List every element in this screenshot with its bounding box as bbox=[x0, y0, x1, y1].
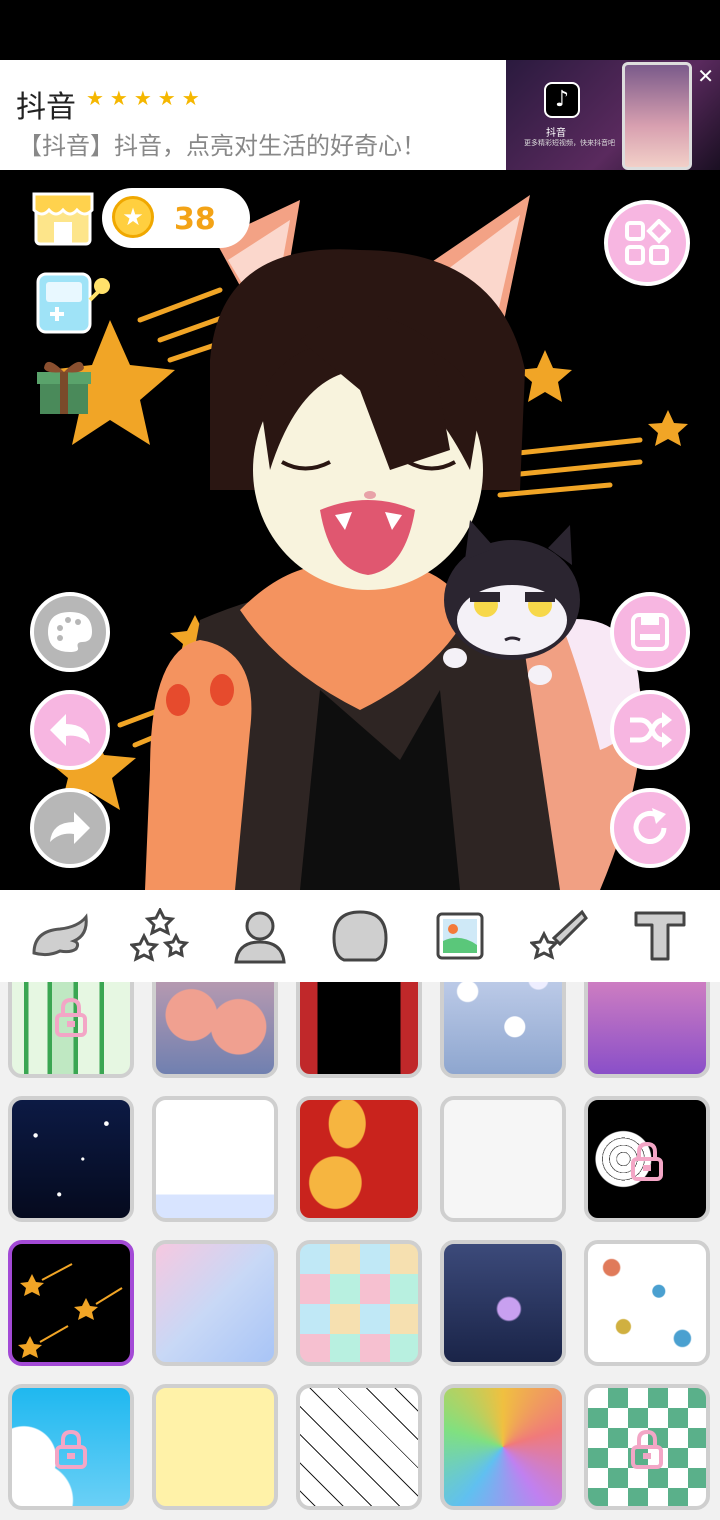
background-grid bbox=[0, 982, 720, 1520]
lock-icon bbox=[631, 1141, 663, 1181]
lock-icon bbox=[55, 997, 87, 1037]
shop-icon[interactable] bbox=[30, 182, 96, 248]
shooting-stars-pattern bbox=[18, 1263, 123, 1358]
ad-title: 抖音 bbox=[16, 90, 76, 125]
bg-tile-stained-glass[interactable] bbox=[440, 1384, 566, 1510]
tab-text[interactable] bbox=[627, 903, 693, 969]
tab-person[interactable] bbox=[227, 903, 293, 969]
shooting-star-icon bbox=[530, 909, 588, 960]
game-console-icon[interactable] bbox=[34, 270, 114, 336]
ad-phone-preview bbox=[622, 62, 692, 170]
bg-tile-sky-clouds[interactable] bbox=[8, 1384, 134, 1510]
tab-sparkles[interactable] bbox=[127, 903, 193, 969]
palette-button[interactable] bbox=[30, 592, 110, 672]
shuffle-button[interactable] bbox=[610, 690, 690, 770]
bg-tile-purple-sparkle[interactable] bbox=[584, 982, 710, 1078]
bg-tile-pink-clouds[interactable] bbox=[152, 982, 278, 1078]
coin-count: 38 bbox=[174, 202, 216, 237]
redo-icon bbox=[50, 812, 90, 844]
character-canvas[interactable]: ★ 38 bbox=[0, 170, 720, 890]
bg-tile-white-birds[interactable] bbox=[440, 1096, 566, 1222]
ad-rating-stars: ★★★★★ bbox=[86, 86, 206, 110]
bg-tile-pastel-checker[interactable] bbox=[296, 1240, 422, 1366]
redo-button[interactable] bbox=[30, 788, 110, 868]
refresh-icon bbox=[633, 808, 667, 844]
save-button[interactable] bbox=[610, 592, 690, 672]
gift-icon[interactable] bbox=[34, 352, 94, 418]
tab-wings[interactable] bbox=[27, 903, 93, 969]
text-icon bbox=[634, 911, 686, 961]
app-root: { "ad": { "title": "抖音", "stars": "★★★★★… bbox=[0, 0, 720, 1520]
bg-tile-jellyfish[interactable] bbox=[440, 1240, 566, 1366]
coin-balance: ★ 38 bbox=[102, 188, 250, 248]
lock-icon bbox=[55, 1429, 87, 1469]
bg-tile-green-argyle[interactable] bbox=[584, 1384, 710, 1510]
stars-icon bbox=[130, 908, 190, 962]
tab-effects[interactable] bbox=[527, 903, 593, 969]
save-icon bbox=[631, 613, 669, 651]
ad-media-sub: 更多精彩短视频，快来抖音吧 bbox=[524, 139, 615, 147]
shuffle-icon bbox=[630, 712, 672, 748]
coin-icon: ★ bbox=[112, 196, 154, 238]
wing-icon bbox=[32, 913, 88, 957]
head-icon bbox=[332, 910, 388, 962]
bg-tile-white-waves[interactable] bbox=[152, 1096, 278, 1222]
bg-tile-bokeh[interactable] bbox=[440, 982, 566, 1078]
ad-description: 【抖音】抖音，点亮对生活的好奇心！ bbox=[18, 132, 426, 160]
ad-banner[interactable]: 抖音 ★★★★★ 【抖音】抖音，点亮对生活的好奇心！ ♪ 抖音 更多精彩短视频，… bbox=[0, 60, 720, 170]
bg-tile-spider-web[interactable] bbox=[584, 1096, 710, 1222]
ad-media-label: 抖音 bbox=[546, 128, 566, 139]
ad-media[interactable]: ♪ 抖音 更多精彩短视频，快来抖音吧 ✕ bbox=[506, 60, 720, 170]
image-icon bbox=[436, 912, 484, 960]
person-icon bbox=[234, 911, 286, 964]
reset-button[interactable] bbox=[610, 788, 690, 868]
bg-tile-yellow-triangles[interactable] bbox=[152, 1384, 278, 1510]
bg-tile-pastel-polygon[interactable] bbox=[152, 1240, 278, 1366]
lock-icon bbox=[631, 1429, 663, 1469]
undo-button[interactable] bbox=[30, 690, 110, 770]
bg-tile-night-sky[interactable] bbox=[8, 1096, 134, 1222]
ad-close-icon[interactable]: ✕ bbox=[697, 64, 714, 88]
bg-tile-fish-pattern[interactable] bbox=[584, 1240, 710, 1366]
tab-background[interactable] bbox=[427, 903, 493, 969]
tiktok-logo-icon: ♪ bbox=[544, 82, 580, 118]
bg-tile-shooting-stars[interactable] bbox=[8, 1240, 134, 1366]
status-bar bbox=[0, 0, 720, 60]
bg-tile-red-lanterns[interactable] bbox=[296, 1096, 422, 1222]
bg-tile-paper-planes[interactable] bbox=[296, 1384, 422, 1510]
category-tabbar bbox=[0, 890, 720, 982]
undo-icon bbox=[50, 714, 90, 746]
palette-icon bbox=[48, 612, 92, 652]
bg-tile-red-curtain[interactable] bbox=[296, 982, 422, 1078]
bg-tile-bamboo[interactable] bbox=[8, 982, 134, 1078]
tab-head[interactable] bbox=[327, 903, 393, 969]
categories-button[interactable] bbox=[604, 200, 690, 286]
grid-icon bbox=[625, 219, 671, 265]
